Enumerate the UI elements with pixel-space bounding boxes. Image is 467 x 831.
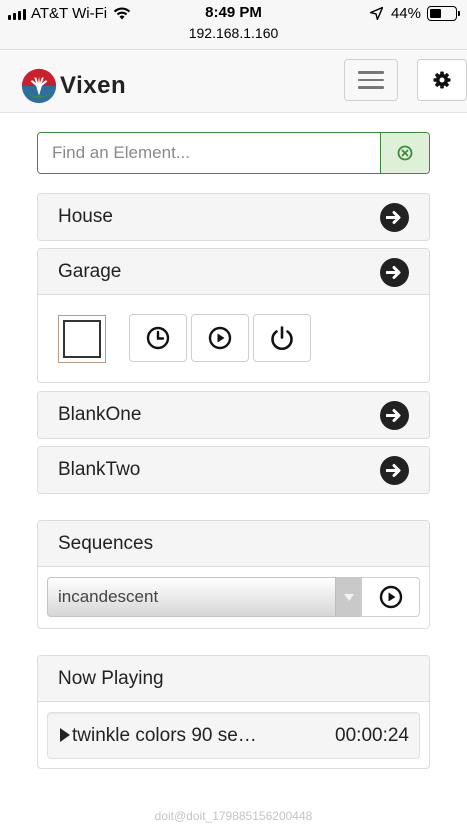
page-url[interactable]: 192.168.1.160 — [0, 25, 467, 41]
elapsed-time: 00:00:24 — [335, 724, 409, 746]
arrow-right-circle-icon[interactable] — [380, 258, 409, 287]
element-panel-garage: Garage — [37, 248, 430, 383]
now-playing-panel: Now Playing twinkle colors 90 se… 00:00:… — [37, 655, 430, 769]
element-title: BlankOne — [58, 404, 142, 425]
sequences-title: Sequences — [58, 532, 154, 554]
element-title: Garage — [58, 260, 122, 282]
sequences-panel: Sequences incandescent — [37, 520, 430, 629]
element-title: House — [58, 206, 113, 227]
brand-name: Vixen — [60, 72, 127, 99]
arrow-right-circle-icon[interactable] — [380, 203, 409, 232]
battery-icon — [427, 6, 460, 21]
clock-icon — [146, 326, 170, 350]
ios-status-bar: AT&T Wi-Fi 8:49 PM 192.168.1.160 44% — [0, 0, 467, 50]
gear-icon — [433, 71, 451, 89]
sequence-selected-value: incandescent — [58, 587, 159, 606]
now-playing-title: Now Playing — [58, 667, 164, 689]
sequences-body: incandescent — [38, 567, 429, 628]
now-playing-body: twinkle colors 90 se… 00:00:24 — [38, 702, 429, 768]
close-circle-icon — [397, 145, 413, 161]
track-name: twinkle colors 90 se… — [72, 724, 257, 746]
now-playing-item[interactable]: twinkle colors 90 se… 00:00:24 — [47, 712, 420, 759]
brand[interactable]: Vixen — [20, 67, 126, 105]
hamburger-menu-icon — [358, 66, 384, 94]
settings-button[interactable] — [417, 59, 467, 101]
element-panel-blanktwo: BlankTwo — [37, 446, 430, 494]
search-input[interactable] — [38, 133, 380, 173]
power-button[interactable] — [253, 314, 311, 362]
element-panel-house: House — [37, 193, 430, 241]
navbar: Vixen — [0, 51, 467, 113]
battery-level-fill — [430, 9, 441, 18]
sequence-select[interactable]: incandescent — [47, 577, 362, 617]
element-heading-garage[interactable]: Garage — [38, 249, 429, 295]
element-title: BlankTwo — [58, 459, 141, 480]
element-heading-blankone[interactable]: BlankOne — [38, 392, 429, 438]
play-triangle-icon — [60, 727, 70, 742]
hamburger-menu-button[interactable] — [344, 59, 398, 101]
element-heading-blanktwo[interactable]: BlankTwo — [38, 447, 429, 493]
arrow-right-circle-icon[interactable] — [380, 456, 409, 485]
status-right: 44% — [369, 5, 460, 22]
sequence-play-button[interactable] — [361, 577, 420, 617]
search-clear-button[interactable] — [380, 133, 429, 173]
location-arrow-icon — [369, 7, 383, 20]
now-playing-track: twinkle colors 90 se… — [60, 725, 335, 747]
garage-checkbox[interactable] — [58, 315, 106, 363]
watermark: doit@doit_179885156200448 — [154, 809, 313, 823]
vixen-logo — [21, 68, 57, 104]
power-icon — [271, 326, 293, 350]
timer-button[interactable] — [129, 314, 187, 362]
play-circle-icon — [379, 585, 402, 609]
arrow-right-circle-icon[interactable] — [380, 401, 409, 430]
battery-percent: 44% — [390, 5, 421, 22]
element-panel-blankone: BlankOne — [37, 391, 430, 439]
play-circle-icon — [208, 326, 232, 350]
checkbox-square — [63, 320, 101, 358]
sequences-heading: Sequences — [38, 521, 429, 567]
garage-controls — [38, 295, 429, 382]
element-search — [37, 132, 430, 174]
element-heading-house[interactable]: House — [38, 194, 429, 240]
play-button[interactable] — [191, 314, 249, 362]
now-playing-heading: Now Playing — [38, 656, 429, 702]
chevron-down-icon — [335, 578, 361, 616]
